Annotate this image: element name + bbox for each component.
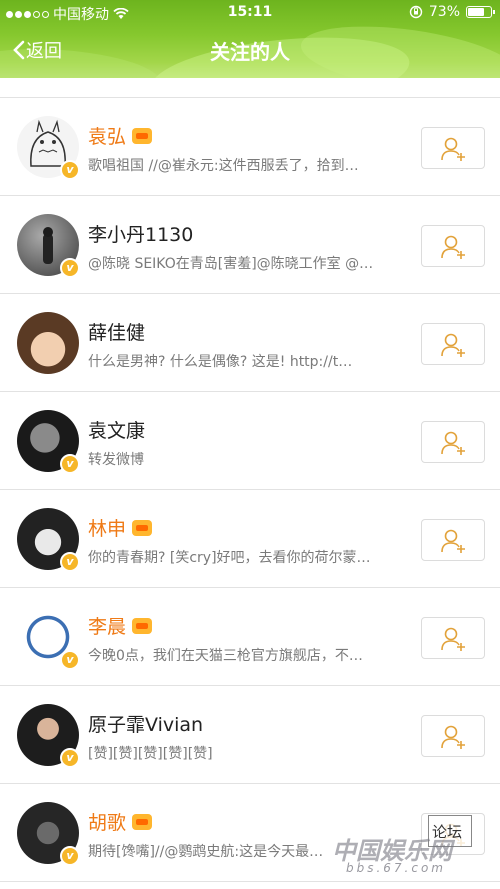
status-bar: 中国移动 15:11 73% [0,0,500,26]
add-user-icon [441,627,465,651]
user-latest-post: 什么是男神? 什么是偶像? 这是! http://t… [88,354,353,370]
user-latest-post: 转发微博 [88,452,144,468]
add-user-icon [441,137,465,161]
add-user-icon [441,431,465,455]
follow-button[interactable] [421,127,485,169]
user-latest-post: 你的青春期? [笑cry]好吧，去看你的荷尔蒙… [88,550,371,566]
add-user-icon [441,235,465,259]
verified-badge-icon: v [60,258,80,278]
nav-bar: 中国移动 15:11 73% 返回 关注的人 [0,0,500,78]
user-name[interactable]: 林申 [88,514,126,541]
list-item[interactable]: v 袁文康 转发微博 [0,392,500,490]
verified-badge-icon: v [60,650,80,670]
add-user-icon [441,333,465,357]
user-name[interactable]: 薛佳健 [88,318,145,345]
list-item-partial [0,78,500,98]
list-item[interactable]: v 林申 你的青春期? [笑cry]好吧，去看你的荷尔蒙… [0,490,500,588]
verified-badge-icon: v [60,846,80,866]
follow-button[interactable] [421,715,485,757]
list-item[interactable]: v 原子霏Vivian [赞][赞][赞][赞][赞] [0,686,500,784]
user-name[interactable]: 李晨 [88,612,126,639]
battery-percent: 73% [428,4,460,20]
vip-crown-icon [132,617,153,634]
list-item[interactable]: v 李晨 今晚0点，我们在天猫三枪官方旗舰店，不… [0,588,500,686]
site-watermark: 论坛 中国娱乐网 bbs.67.com [282,815,482,875]
vip-crown-icon [132,813,153,830]
follow-button[interactable] [421,617,485,659]
page-title: 关注的人 [210,40,290,64]
user-latest-post: 歌唱祖国 //@崔永元:这件西服丢了，拾到… [88,158,359,174]
add-user-icon [441,725,465,749]
follow-button[interactable] [421,421,485,463]
following-list: v 袁弘 歌唱祖国 //@崔永元:这件西服丢了，拾到… v 李小丹1130 @陈… [0,78,500,889]
follow-button[interactable] [421,323,485,365]
user-name[interactable]: 原子霏Vivian [88,710,203,737]
verified-badge-icon: v [60,748,80,768]
verified-badge-icon: v [60,160,80,180]
watermark-url: bbs.67.com [345,861,446,875]
user-name[interactable]: 李小丹1130 [88,220,193,247]
list-item[interactable]: 薛佳健 什么是男神? 什么是偶像? 这是! http://t… [0,294,500,392]
user-latest-post: @陈晓 SEIKO在青岛[害羞]@陈晓工作室 @… [88,256,374,272]
list-item[interactable]: v 袁弘 歌唱祖国 //@崔永元:这件西服丢了，拾到… [0,98,500,196]
orientation-lock-icon [409,5,423,19]
user-name[interactable]: 胡歌 [88,808,126,835]
avatar[interactable] [17,312,79,374]
user-latest-post: [赞][赞][赞][赞][赞] [88,746,213,762]
battery-icon [466,6,495,18]
list-item[interactable]: v 李小丹1130 @陈晓 SEIKO在青岛[害羞]@陈晓工作室 @… [0,196,500,294]
follow-button[interactable] [421,519,485,561]
verified-badge-icon: v [60,552,80,572]
user-name[interactable]: 袁弘 [88,122,126,149]
verified-badge-icon: v [60,454,80,474]
vip-crown-icon [132,519,153,536]
vip-crown-icon [132,127,153,144]
user-latest-post: 今晚0点，我们在天猫三枪官方旗舰店，不… [88,648,363,664]
follow-button[interactable] [421,225,485,267]
user-name[interactable]: 袁文康 [88,416,145,443]
add-user-icon [441,529,465,553]
